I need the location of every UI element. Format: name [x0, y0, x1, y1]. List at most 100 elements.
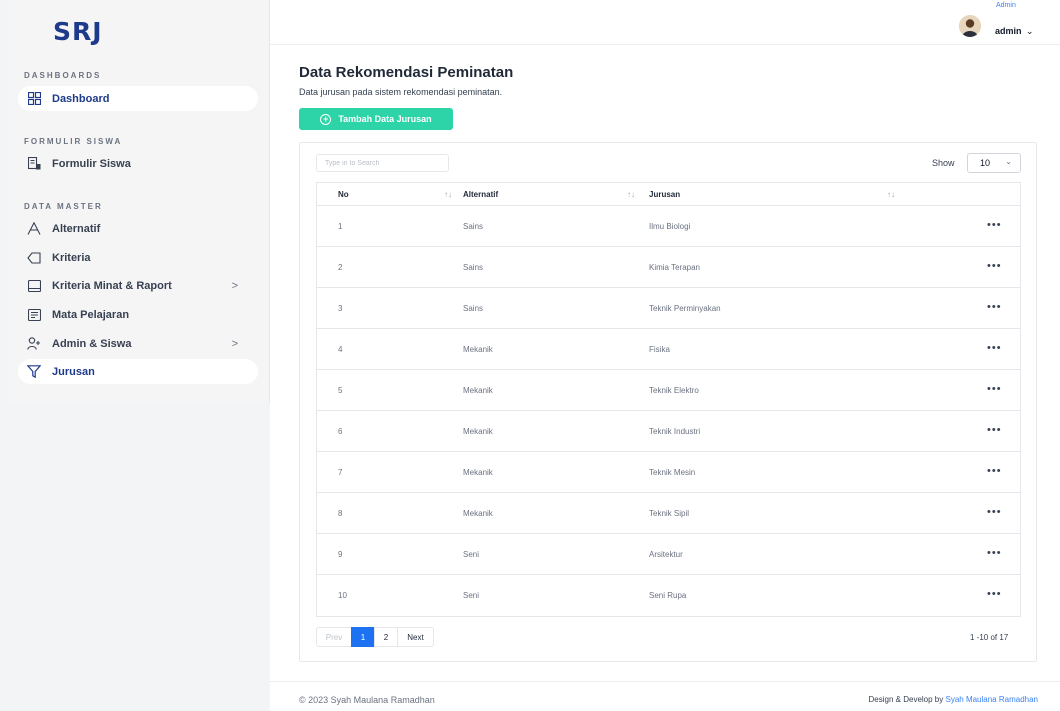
table-row: 6 Mekanik Teknik Industri ••• — [317, 411, 1020, 452]
cell-alternatif: Mekanik — [463, 386, 493, 395]
cell-alternatif: Seni — [463, 550, 480, 559]
author-link[interactable]: Syah Maulana Ramadhan — [945, 695, 1038, 704]
credit-prefix: Design & Develop by — [868, 695, 944, 704]
sidebar-item-label: Alternatif — [52, 222, 101, 235]
cell-jurusan: Teknik Sipil — [649, 509, 690, 518]
sidebar-item-mata-pelajaran[interactable]: Mata Pelajaran — [18, 302, 258, 327]
add-jurusan-label: Tambah Data Jurusan — [338, 114, 432, 124]
form-icon — [27, 157, 41, 171]
sidebar-item-label: Jurusan — [52, 365, 95, 378]
cell-alternatif: Sains — [463, 222, 484, 231]
table-row: 8 Mekanik Teknik Sipil ••• — [317, 493, 1020, 534]
column-header-jurusan[interactable]: Jurusan — [649, 190, 680, 199]
more-actions-icon[interactable]: ••• — [987, 342, 1002, 354]
cell-no: 2 — [338, 263, 343, 272]
pagination-range: 1 -10 of 17 — [970, 633, 1009, 642]
table-row: 5 Mekanik Teknik Elektro ••• — [317, 370, 1020, 411]
chevron-right-icon: > — [231, 337, 238, 350]
page-button-1[interactable]: 1 — [351, 627, 375, 647]
sidebar-item-label: Kriteria Minat & Raport — [52, 279, 172, 292]
more-actions-icon[interactable]: ••• — [987, 465, 1002, 477]
cell-jurusan: Kimia Terapan — [649, 263, 700, 272]
copyright-text: © 2023 Syah Maulana Ramadhan — [299, 695, 435, 705]
user-role: Admin — [996, 2, 1016, 9]
top-bar: Admin admin ⌄ — [270, 0, 1060, 45]
add-jurusan-button[interactable]: + Tambah Data Jurusan — [299, 108, 453, 130]
sidebar-item-label: Mata Pelajaran — [52, 308, 130, 321]
chevron-down-icon[interactable]: ⌄ — [1026, 26, 1034, 37]
table-row: 2 Sains Kimia Terapan ••• — [317, 247, 1020, 288]
more-actions-icon[interactable]: ••• — [987, 383, 1002, 395]
cell-no: 5 — [338, 386, 343, 395]
next-page-button[interactable]: Next — [397, 627, 434, 647]
chevron-down-icon: ⌄ — [1005, 157, 1012, 166]
footer: © 2023 Syah Maulana Ramadhan Design & De… — [270, 681, 1060, 711]
cell-alternatif: Seni — [463, 591, 480, 600]
sidebar-item-formulir-siswa[interactable]: Formulir Siswa — [18, 151, 258, 176]
sidebar-item-label: Kriteria — [52, 251, 91, 264]
table-row: 9 Seni Arsitektur ••• — [317, 534, 1020, 575]
table-row: 4 Mekanik Fisika ••• — [317, 329, 1020, 370]
table-header: No ↑↓ Alternatif ↑↓ Jurusan ↑↓ — [317, 183, 1020, 206]
cell-alternatif: Sains — [463, 263, 484, 272]
tag-icon — [27, 251, 41, 265]
logo[interactable]: SRJ — [53, 17, 103, 46]
sort-icon[interactable]: ↑↓ — [627, 190, 635, 199]
cell-alternatif: Sains — [463, 304, 484, 313]
sidebar-item-jurusan[interactable]: Jurusan — [18, 359, 258, 384]
window-icon — [27, 279, 41, 293]
prev-page-button[interactable]: Prev — [316, 627, 352, 647]
cell-jurusan: Arsitektur — [649, 550, 683, 559]
table-row: 1 Sains Ilmu Biologi ••• — [317, 206, 1020, 247]
user-name[interactable]: admin — [995, 26, 1022, 36]
user-plus-icon — [27, 337, 41, 351]
column-header-alternatif[interactable]: Alternatif — [463, 190, 498, 199]
sidebar-item-kriteria-minat-raport[interactable]: Kriteria Minat & Raport > — [18, 273, 258, 298]
page-title: Data Rekomendasi Peminatan — [299, 64, 514, 81]
sidebar-item-label: Formulir Siswa — [52, 157, 131, 170]
cell-no: 3 — [338, 304, 343, 313]
filter-icon — [27, 365, 41, 379]
more-actions-icon[interactable]: ••• — [987, 547, 1002, 559]
cell-no: 1 — [338, 222, 343, 231]
cell-jurusan: Teknik Industri — [649, 427, 701, 436]
pagination: Prev 1 2 Next — [316, 627, 434, 647]
cell-alternatif: Mekanik — [463, 345, 493, 354]
more-actions-icon[interactable]: ••• — [987, 260, 1002, 272]
sidebar: SRJ DASHBOARDS Dashboard FORMULIR SISWA … — [7, 0, 270, 403]
page-size-value: 10 — [980, 158, 991, 168]
page-size-select[interactable]: 10 ⌄ — [967, 153, 1021, 173]
more-actions-icon[interactable]: ••• — [987, 506, 1002, 518]
cell-alternatif: Mekanik — [463, 509, 493, 518]
main-content: Data Rekomendasi Peminatan Data jurusan … — [270, 45, 1060, 681]
sidebar-item-alternatif[interactable]: Alternatif — [18, 216, 258, 241]
more-actions-icon[interactable]: ••• — [987, 301, 1002, 313]
sidebar-item-dashboard[interactable]: Dashboard — [18, 86, 258, 111]
cell-no: 10 — [338, 591, 347, 600]
sidebar-item-label: Admin & Siswa — [52, 337, 132, 350]
table-row: 10 Seni Seni Rupa ••• — [317, 575, 1020, 616]
table-row: 7 Mekanik Teknik Mesin ••• — [317, 452, 1020, 493]
sidebar-item-admin-siswa[interactable]: Admin & Siswa > — [18, 331, 258, 356]
more-actions-icon[interactable]: ••• — [987, 219, 1002, 231]
book-icon — [27, 308, 41, 322]
column-header-no[interactable]: No — [338, 190, 349, 199]
plus-circle-icon: + — [320, 113, 332, 125]
cell-no: 6 — [338, 427, 343, 436]
more-actions-icon[interactable]: ••• — [987, 424, 1002, 436]
sidebar-item-kriteria[interactable]: Kriteria — [18, 245, 258, 270]
sort-icon[interactable]: ↑↓ — [444, 190, 452, 199]
sort-icon[interactable]: ↑↓ — [887, 190, 895, 199]
jurusan-table: No ↑↓ Alternatif ↑↓ Jurusan ↑↓ 1 Sains I… — [316, 182, 1021, 617]
search-input[interactable] — [316, 154, 449, 172]
more-actions-icon[interactable]: ••• — [987, 588, 1002, 600]
section-label-formulir: FORMULIR SISWA — [24, 137, 123, 146]
cell-jurusan: Ilmu Biologi — [649, 222, 691, 231]
cell-no: 9 — [338, 550, 343, 559]
avatar[interactable] — [959, 15, 981, 37]
section-label-dashboards: DASHBOARDS — [24, 71, 102, 80]
page-button-2[interactable]: 2 — [374, 627, 398, 647]
cell-no: 4 — [338, 345, 343, 354]
cell-jurusan: Fisika — [649, 345, 670, 354]
cell-jurusan: Teknik Perminyakan — [649, 304, 721, 313]
